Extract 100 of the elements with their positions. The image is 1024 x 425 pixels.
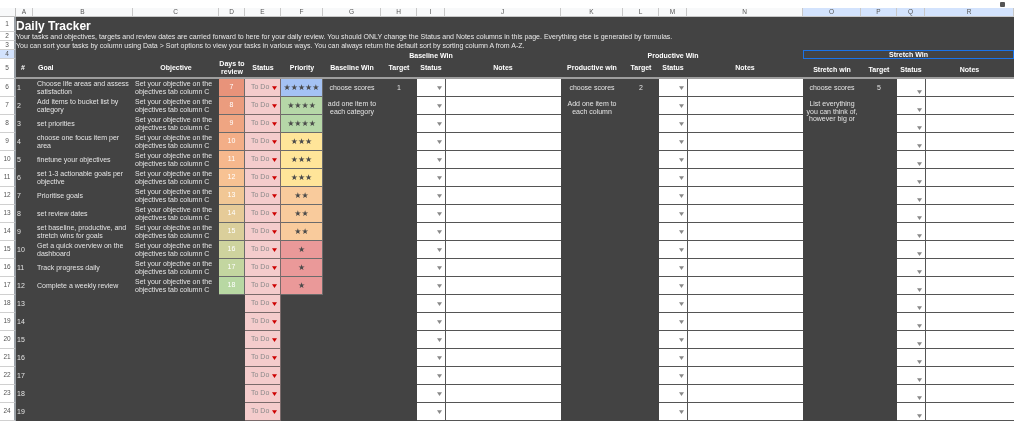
notes-field[interactable] (687, 115, 803, 133)
notes-field[interactable] (445, 205, 561, 223)
notes-field[interactable] (687, 151, 803, 169)
notes-field[interactable] (687, 403, 803, 421)
status-dropdown[interactable] (659, 349, 687, 367)
status-dropdown[interactable] (417, 115, 445, 133)
notes-field[interactable] (925, 97, 1014, 115)
status-dropdown[interactable] (659, 97, 687, 115)
status-dropdown[interactable] (897, 331, 925, 349)
status-dropdown[interactable] (659, 187, 687, 205)
notes-field[interactable] (687, 295, 803, 313)
status-dropdown[interactable] (417, 313, 445, 331)
notes-field[interactable] (925, 385, 1014, 403)
notes-field[interactable] (687, 277, 803, 295)
status-dropdown[interactable] (417, 133, 445, 151)
notes-field[interactable] (445, 151, 561, 169)
notes-field[interactable] (925, 259, 1014, 277)
corner-cell[interactable] (0, 8, 16, 17)
notes-field[interactable] (687, 187, 803, 205)
status-dropdown[interactable] (897, 277, 925, 295)
notes-field[interactable] (925, 151, 1014, 169)
notes-field[interactable] (687, 169, 803, 187)
status-dropdown[interactable] (417, 241, 445, 259)
small-square-icon[interactable] (1000, 1, 1005, 7)
notes-field[interactable] (445, 169, 561, 187)
notes-field[interactable] (687, 205, 803, 223)
notes-field[interactable] (925, 331, 1014, 349)
status-dropdown[interactable] (417, 385, 445, 403)
status-dropdown[interactable] (897, 133, 925, 151)
status-dropdown[interactable] (897, 223, 925, 241)
status-dropdown[interactable] (417, 187, 445, 205)
notes-field[interactable] (687, 367, 803, 385)
notes-field[interactable] (925, 115, 1014, 133)
notes-field[interactable] (445, 223, 561, 241)
notes-field[interactable] (687, 331, 803, 349)
status-dropdown[interactable] (417, 259, 445, 277)
notes-field[interactable] (445, 241, 561, 259)
status-dropdown[interactable] (659, 151, 687, 169)
notes-field[interactable] (687, 223, 803, 241)
notes-field[interactable] (925, 169, 1014, 187)
notes-field[interactable] (925, 367, 1014, 385)
status-dropdown[interactable] (897, 115, 925, 133)
notes-field[interactable] (445, 115, 561, 133)
notes-field[interactable] (687, 349, 803, 367)
notes-field[interactable] (445, 133, 561, 151)
notes-field[interactable] (925, 403, 1014, 421)
status-dropdown[interactable] (659, 295, 687, 313)
status-dropdown[interactable] (659, 403, 687, 421)
notes-field[interactable] (925, 295, 1014, 313)
notes-field[interactable] (687, 241, 803, 259)
status-dropdown[interactable] (417, 277, 445, 295)
status-dropdown[interactable] (659, 331, 687, 349)
notes-field[interactable] (445, 277, 561, 295)
notes-field[interactable] (925, 277, 1014, 295)
status-dropdown[interactable] (897, 169, 925, 187)
notes-field[interactable] (925, 223, 1014, 241)
notes-field[interactable] (687, 133, 803, 151)
notes-field[interactable] (445, 331, 561, 349)
notes-field[interactable] (687, 313, 803, 331)
status-dropdown[interactable] (417, 151, 445, 169)
notes-field[interactable] (687, 97, 803, 115)
status-dropdown[interactable] (417, 223, 445, 241)
status-dropdown[interactable] (659, 223, 687, 241)
status-dropdown[interactable] (659, 259, 687, 277)
status-dropdown[interactable] (417, 331, 445, 349)
status-dropdown[interactable] (417, 169, 445, 187)
notes-field[interactable] (925, 133, 1014, 151)
notes-field[interactable] (445, 79, 561, 97)
notes-field[interactable] (445, 295, 561, 313)
notes-field[interactable] (445, 385, 561, 403)
status-dropdown[interactable] (897, 403, 925, 421)
notes-field[interactable] (445, 97, 561, 115)
status-dropdown[interactable] (417, 295, 445, 313)
notes-field[interactable] (687, 259, 803, 277)
notes-field[interactable] (445, 259, 561, 277)
status-dropdown[interactable] (897, 367, 925, 385)
status-dropdown[interactable] (659, 241, 687, 259)
notes-field[interactable] (687, 79, 803, 97)
status-dropdown[interactable] (897, 259, 925, 277)
notes-field[interactable] (445, 349, 561, 367)
status-dropdown[interactable] (417, 367, 445, 385)
status-dropdown[interactable] (897, 79, 925, 97)
status-dropdown[interactable] (417, 97, 445, 115)
status-dropdown[interactable] (659, 79, 687, 97)
status-dropdown[interactable] (897, 97, 925, 115)
notes-field[interactable] (687, 385, 803, 403)
notes-field[interactable] (445, 367, 561, 385)
status-dropdown[interactable] (897, 151, 925, 169)
notes-field[interactable] (925, 79, 1014, 97)
status-dropdown[interactable] (659, 169, 687, 187)
notes-field[interactable] (925, 205, 1014, 223)
status-dropdown[interactable] (417, 403, 445, 421)
status-dropdown[interactable] (659, 115, 687, 133)
status-dropdown[interactable] (659, 367, 687, 385)
notes-field[interactable] (445, 187, 561, 205)
notes-field[interactable] (445, 403, 561, 421)
notes-field[interactable] (925, 349, 1014, 367)
status-dropdown[interactable] (897, 385, 925, 403)
status-dropdown[interactable] (659, 385, 687, 403)
notes-field[interactable] (925, 187, 1014, 205)
